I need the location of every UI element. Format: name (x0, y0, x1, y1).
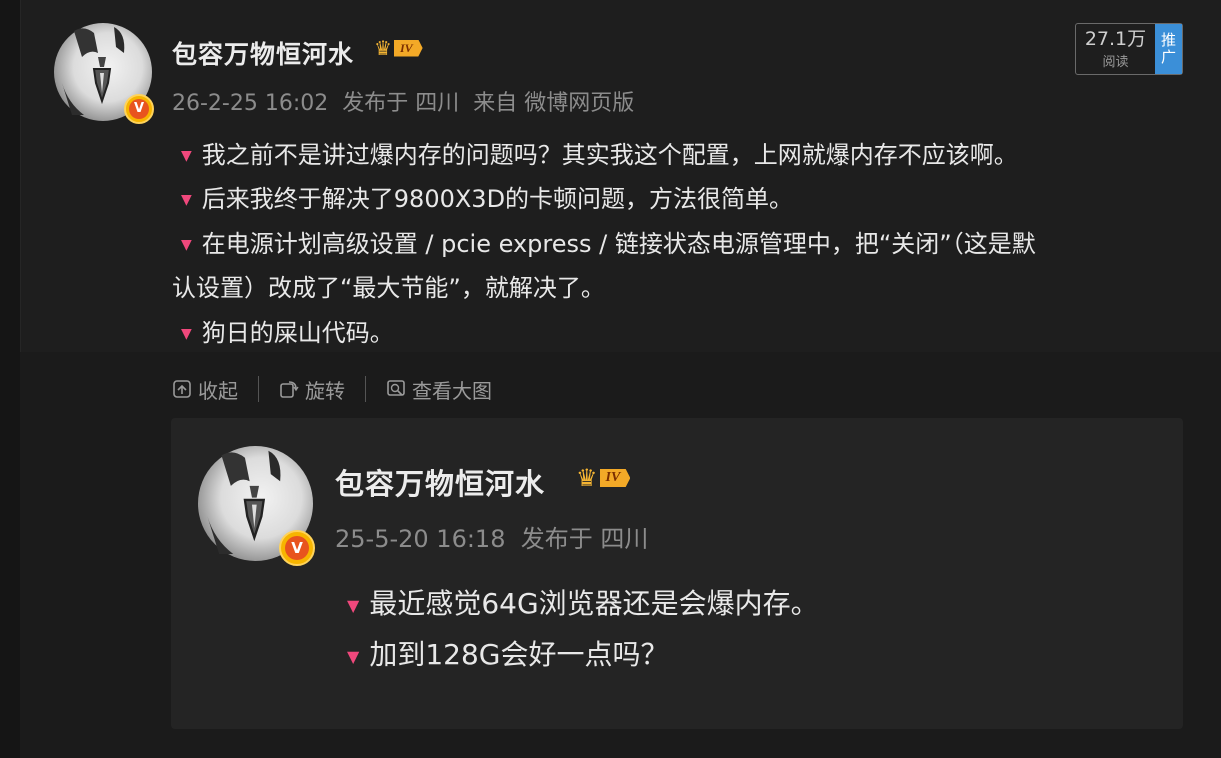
post-line: ▼ 后来我终于解决了9800X3D的卡顿问题，方法很简单。 (181, 185, 794, 213)
read-count-box[interactable]: 27.1万 阅读 推 广 (1075, 23, 1183, 75)
read-count: 27.1万 (1084, 27, 1147, 50)
view-image-icon (387, 380, 405, 396)
rotate-icon (280, 381, 299, 398)
post-meta: 26-2-25 16:02 发布于 四川 来自 微博网页版 (172, 91, 635, 116)
bullet-triangle-icon: ▼ (181, 237, 192, 253)
reposted-post[interactable] (171, 418, 1183, 729)
repost-line: ▼ 最近感觉64G浏览器还是会爆内存。 (347, 587, 819, 620)
divider (258, 376, 259, 402)
repost-author-name[interactable]: 包容万物恒河水 (335, 461, 545, 503)
bullet-triangle-icon: ▼ (181, 326, 192, 342)
bullet-triangle-icon: ▼ (347, 595, 360, 615)
level-tag: IV (393, 39, 423, 57)
bullet-triangle-icon: ▼ (181, 192, 192, 208)
post-line: ▼ 我之前不是讲过爆内存的问题吗？其实我这个配置，上网就爆内存不应该啊。 (181, 141, 1018, 169)
view-large-button[interactable]: 查看大图 (386, 375, 492, 404)
verified-badge-icon: V (279, 530, 315, 566)
author-name[interactable]: 包容万物恒河水 (172, 35, 354, 71)
level-badge[interactable]: ♛ IV (374, 38, 423, 58)
crown-icon: ♛ (576, 464, 598, 492)
read-label: 阅读 (1102, 54, 1129, 70)
rotate-button[interactable]: 旋转 (279, 375, 345, 404)
image-actions: 收起 旋转 查看大图 (172, 374, 492, 404)
repost-level-badge[interactable]: ♛ IV (576, 464, 631, 492)
divider (365, 376, 366, 402)
bullet-triangle-icon: ▼ (181, 148, 192, 164)
repost-line: ▼ 加到128G会好一点吗？ (347, 638, 669, 671)
repost-meta: 25-5-20 16:18 发布于 四川 (335, 525, 649, 553)
level-tag: IV (599, 469, 631, 487)
bullet-triangle-icon: ▼ (347, 646, 360, 666)
post-line: 认设置）改成了“最大节能”，就解决了。 (172, 274, 605, 302)
post-line: ▼ 狗日的屎山代码。 (181, 319, 394, 347)
promote-button[interactable]: 推 广 (1155, 24, 1182, 74)
verified-badge-icon: V (124, 94, 154, 124)
collapse-button[interactable]: 收起 (172, 375, 238, 404)
collapse-icon (173, 380, 191, 398)
crown-icon: ♛ (374, 36, 392, 60)
post-line: ▼ 在电源计划高级设置 / pcie express / 链接状态电源管理中，把“… (181, 230, 1036, 258)
